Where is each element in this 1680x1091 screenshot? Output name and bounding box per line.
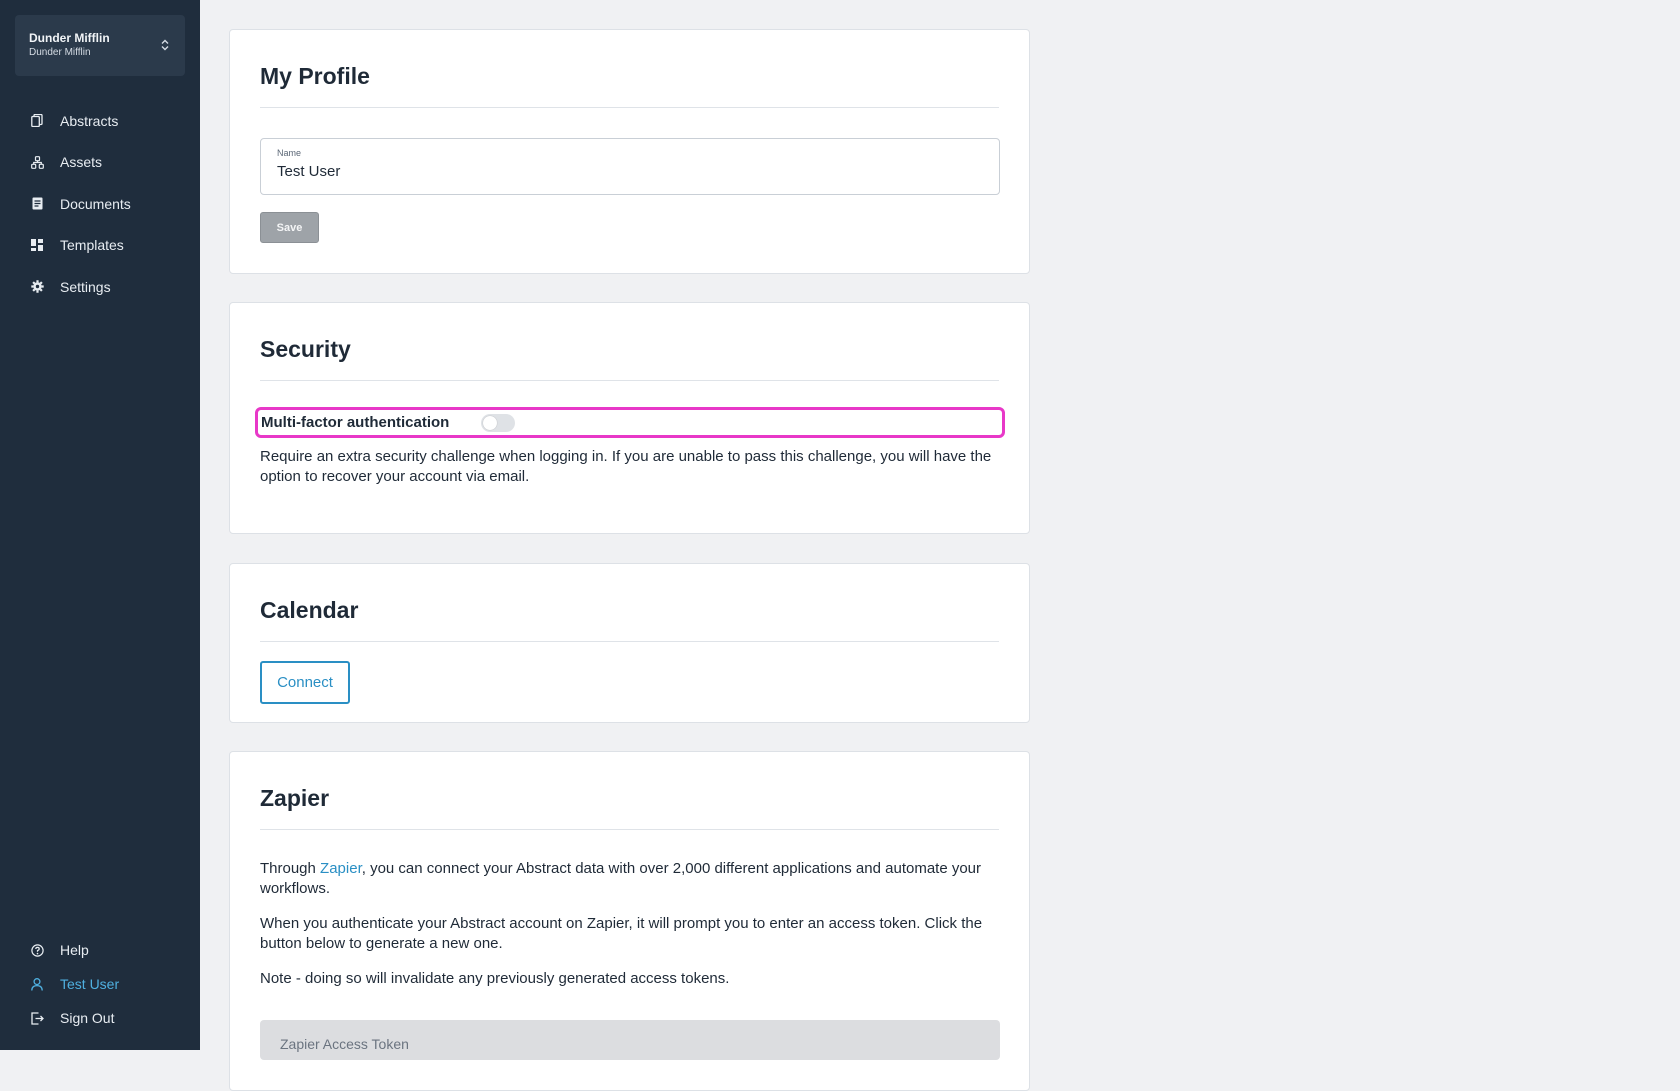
gear-icon	[30, 280, 44, 294]
calendar-title: Calendar	[260, 597, 359, 623]
name-field[interactable]: Name	[260, 138, 1000, 195]
user-icon	[30, 977, 44, 991]
divider	[260, 107, 999, 108]
sidebar-nav: Abstracts Assets Documents Templates Set…	[0, 100, 200, 308]
zapier-card: Zapier Through Zapier, you can connect y…	[229, 751, 1030, 1091]
sidebar-item-abstracts[interactable]: Abstracts	[0, 100, 200, 142]
divider	[260, 380, 999, 381]
save-button[interactable]: Save	[260, 212, 319, 243]
sidebar-item-label: Help	[60, 942, 89, 958]
name-input[interactable]	[277, 163, 983, 180]
sidebar-item-sign-out[interactable]: Sign Out	[0, 1001, 200, 1035]
sidebar-item-documents[interactable]: Documents	[0, 183, 200, 225]
toggle-knob	[483, 415, 498, 430]
zapier-title: Zapier	[260, 785, 330, 811]
mfa-row: Multi-factor authentication	[255, 407, 1005, 438]
sign-out-icon	[30, 1011, 44, 1025]
main-content: My Profile Name Save Security Multi-fact…	[200, 0, 1680, 1091]
sidebar-item-label: Sign Out	[60, 1010, 115, 1026]
org-switcher[interactable]: Dunder Mifflin Dunder Mifflin	[15, 15, 185, 76]
sidebar-item-settings[interactable]: Settings	[0, 266, 200, 308]
documents-icon	[30, 197, 44, 211]
mfa-description: Require an extra security challenge when…	[260, 448, 992, 485]
profile-card: My Profile Name Save	[229, 29, 1030, 274]
zapier-intro-suffix: , you can connect your Abstract data wit…	[260, 860, 982, 897]
sidebar-item-help[interactable]: Help	[0, 933, 200, 967]
chevron-up-down-icon	[161, 39, 169, 51]
connect-button[interactable]: Connect	[260, 661, 350, 704]
profile-title: My Profile	[260, 63, 370, 89]
zapier-intro-prefix: Through	[260, 860, 321, 877]
zapier-token-field[interactable]: Zapier Access Token	[260, 1020, 1000, 1060]
sidebar-item-templates[interactable]: Templates	[0, 225, 200, 267]
assets-icon	[30, 155, 44, 169]
zapier-note: Note - doing so will invalidate any prev…	[260, 970, 730, 987]
zapier-intro: Through Zapier, you can connect your Abs…	[260, 859, 1000, 899]
mfa-label: Multi-factor authentication	[261, 414, 450, 431]
mfa-toggle[interactable]	[481, 413, 516, 432]
org-subname: Dunder Mifflin	[29, 47, 91, 58]
security-card: Security Multi-factor authentication Req…	[229, 302, 1030, 534]
divider	[260, 641, 999, 642]
zapier-link[interactable]: Zapier	[320, 860, 362, 877]
sidebar-item-label: Abstracts	[60, 112, 119, 129]
sidebar-item-label: Test User	[60, 976, 120, 992]
sidebar-item-label: Settings	[60, 278, 111, 295]
name-field-label: Name	[277, 148, 302, 158]
abstracts-icon	[30, 114, 44, 128]
sidebar: Dunder Mifflin Dunder Mifflin Abstracts …	[0, 0, 200, 1050]
help-icon	[30, 943, 44, 957]
org-name: Dunder Mifflin	[29, 31, 110, 45]
sidebar-item-label: Templates	[60, 237, 124, 254]
zapier-instructions: When you authenticate your Abstract acco…	[260, 915, 983, 952]
sidebar-bottom-nav: Help Test User Sign Out	[0, 933, 200, 1035]
sidebar-item-label: Documents	[60, 195, 131, 212]
security-title: Security	[260, 336, 351, 362]
divider	[260, 829, 999, 830]
sidebar-item-test-user[interactable]: Test User	[0, 967, 200, 1001]
sidebar-item-assets[interactable]: Assets	[0, 142, 200, 184]
calendar-card: Calendar Connect	[229, 563, 1030, 723]
templates-icon	[30, 238, 44, 252]
sidebar-item-label: Assets	[60, 154, 103, 171]
